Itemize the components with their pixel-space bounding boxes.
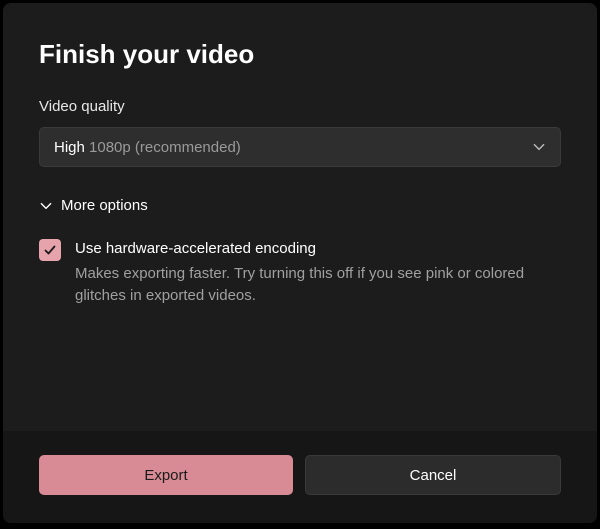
quality-select[interactable]: High 1080p (recommended) [39, 127, 561, 167]
quality-primary: High [54, 139, 85, 156]
more-options-toggle[interactable]: More options [39, 197, 561, 214]
dialog-footer: Export Cancel [3, 431, 597, 523]
hardware-encoding-checkbox[interactable] [39, 239, 61, 261]
finish-video-dialog: Finish your video Video quality High 108… [3, 3, 597, 523]
chevron-down-icon [532, 140, 546, 154]
export-button[interactable]: Export [39, 455, 293, 495]
checkmark-icon [43, 243, 57, 257]
dialog-content: Finish your video Video quality High 108… [3, 3, 597, 431]
quality-secondary: 1080p (recommended) [85, 139, 241, 156]
cancel-button[interactable]: Cancel [305, 455, 561, 495]
chevron-down-icon [39, 199, 53, 213]
more-options-label: More options [61, 197, 148, 214]
hardware-encoding-content: Use hardware-accelerated encoding Makes … [75, 238, 561, 307]
quality-select-text: High 1080p (recommended) [54, 139, 241, 156]
quality-label: Video quality [39, 98, 561, 115]
hardware-encoding-label: Use hardware-accelerated encoding [75, 238, 561, 259]
hardware-encoding-row: Use hardware-accelerated encoding Makes … [39, 238, 561, 307]
dialog-title: Finish your video [39, 39, 561, 70]
hardware-encoding-description: Makes exporting faster. Try turning this… [75, 263, 561, 307]
